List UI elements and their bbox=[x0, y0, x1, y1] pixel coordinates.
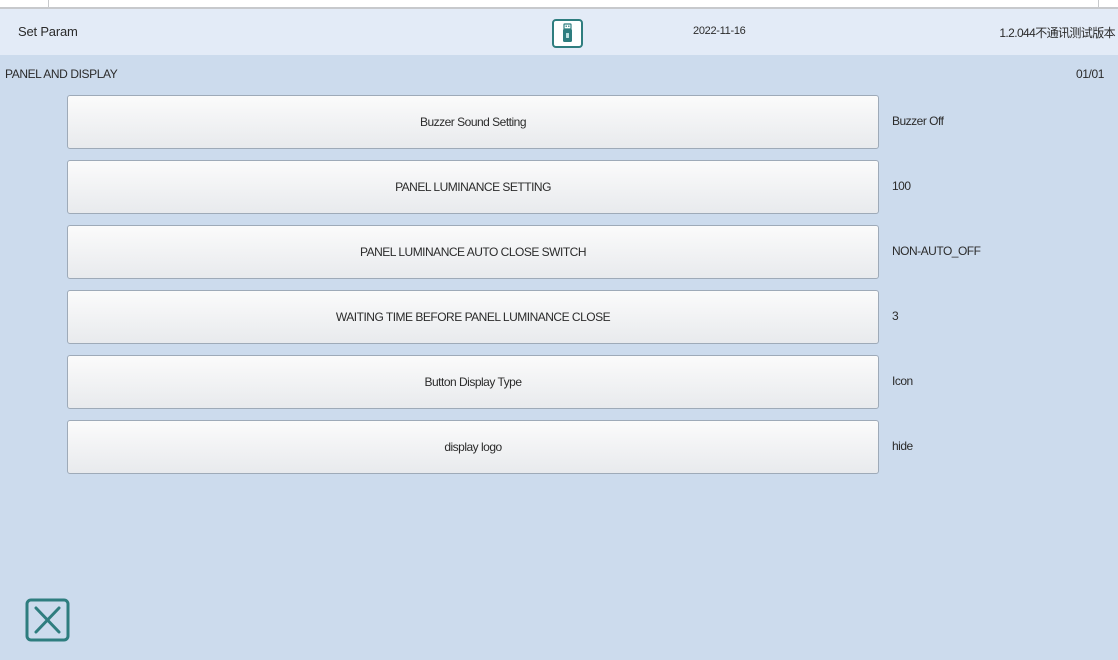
panel-luminance-auto-close-switch-button[interactable]: PANEL LUMINANCE AUTO CLOSE SWITCH bbox=[67, 225, 879, 279]
panel-luminance-setting-button[interactable]: PANEL LUMINANCE SETTING bbox=[67, 160, 879, 214]
page-title: Set Param bbox=[18, 24, 78, 39]
button-display-type-value: Icon bbox=[892, 374, 913, 388]
header-bar: Set Param 2022-11-16 1.2.044不通讯测试版本 bbox=[0, 9, 1118, 55]
panel-luminance-auto-close-switch-value: NON-AUTO_OFF bbox=[892, 244, 981, 258]
page-indicator: 01/01 bbox=[1075, 67, 1104, 81]
usb-drive-icon bbox=[563, 23, 572, 42]
setting-row: display logo hide bbox=[67, 420, 1117, 474]
setting-row: Buzzer Sound Setting Buzzer Off bbox=[67, 95, 1117, 149]
setting-row: PANEL LUMINANCE SETTING 100 bbox=[67, 160, 1117, 214]
setting-row: WAITING TIME BEFORE PANEL LUMINANCE CLOS… bbox=[67, 290, 1117, 344]
waiting-time-before-close-value: 3 bbox=[892, 309, 899, 323]
section-title: PANEL AND DISPLAY bbox=[5, 67, 118, 81]
setting-row: PANEL LUMINANCE AUTO CLOSE SWITCH NON-AU… bbox=[67, 225, 1117, 279]
version-label: 1.2.044不通讯测试版本 bbox=[999, 26, 1115, 40]
close-button[interactable] bbox=[25, 598, 72, 642]
top-divider-tick bbox=[48, 0, 49, 7]
top-strip bbox=[0, 0, 1118, 9]
close-icon bbox=[25, 598, 70, 642]
settings-panel: PANEL AND DISPLAY 01/01 Buzzer Sound Set… bbox=[0, 55, 1118, 660]
setting-row: Button Display Type Icon bbox=[67, 355, 1117, 409]
buzzer-sound-setting-value: Buzzer Off bbox=[892, 114, 944, 128]
buzzer-sound-setting-button[interactable]: Buzzer Sound Setting bbox=[67, 95, 879, 149]
top-divider-tick bbox=[1098, 0, 1099, 7]
panel-luminance-setting-value: 100 bbox=[892, 179, 911, 193]
waiting-time-before-close-button[interactable]: WAITING TIME BEFORE PANEL LUMINANCE CLOS… bbox=[67, 290, 879, 344]
display-logo-value: hide bbox=[892, 439, 913, 453]
display-logo-button[interactable]: display logo bbox=[67, 420, 879, 474]
usb-status-button[interactable] bbox=[552, 19, 583, 48]
date-display: 2022-11-16 bbox=[693, 25, 746, 37]
button-display-type-button[interactable]: Button Display Type bbox=[67, 355, 879, 409]
